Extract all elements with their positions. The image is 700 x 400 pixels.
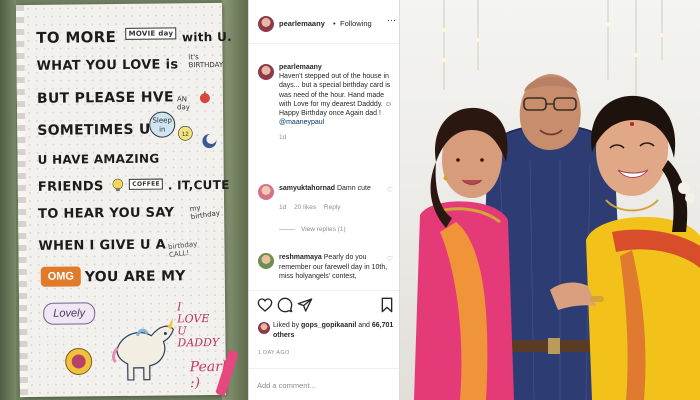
card-line: YOU ARE MY <box>84 268 186 286</box>
heart-icon[interactable] <box>257 297 273 313</box>
love-word: DADDY <box>177 335 220 350</box>
post-header: pearlemaany • Following ··· <box>249 8 399 44</box>
commenter-handle[interactable]: samyuktahornad <box>279 185 335 192</box>
comment-text-line: reshmamaya Pearly do you remember our fa… <box>279 253 393 282</box>
unicorn-sticker-icon <box>111 317 175 381</box>
card-line: BUT PLEASE HVE <box>36 89 174 107</box>
caption-handle[interactable]: pearlemaany <box>279 63 395 72</box>
author-avatar[interactable] <box>258 16 274 32</box>
view-replies-button[interactable]: View replies (1) <box>279 226 346 233</box>
card-line: WHEN I GIVE U A <box>38 237 167 254</box>
card-line: U HAVE AMAZING <box>37 151 160 167</box>
svg-text:12: 12 <box>182 132 189 138</box>
liker-handle[interactable]: gops_gopikaanil <box>301 322 356 329</box>
an-day-sticker: AN day <box>176 95 190 112</box>
replies-divider <box>279 228 295 230</box>
post-timestamp: 1 DAY AGO <box>258 350 290 356</box>
card-line: TO MORE MOVIE day with U. <box>36 27 233 47</box>
card-line-with-u: with U. <box>181 29 233 45</box>
coffee-sticker-icon: 12 <box>178 126 193 141</box>
share-icon[interactable] <box>297 297 313 313</box>
likes-text: Liked by gops_gopikaanil and 66,701 othe… <box>273 321 395 341</box>
family-photo-illustration <box>414 0 700 400</box>
birthday-sticker: it's BIRTHDAY <box>188 53 224 70</box>
comment-input[interactable] <box>257 378 393 392</box>
moon-sticker-icon <box>202 134 217 149</box>
card-paper: TO MORE MOVIE day with U. WHAT YOU LOVE … <box>15 2 232 398</box>
comment-like-heart-icon[interactable]: ♡ <box>387 255 393 263</box>
movie-day-sticker: MOVIE day <box>125 27 177 40</box>
table-background-right <box>222 0 248 400</box>
card-line: SOMETIMES U <box>37 121 151 139</box>
card-line: FRIENDS COFFEE . IT,CUTE <box>37 177 230 195</box>
comment-like-heart-icon[interactable]: ♡ <box>387 186 393 194</box>
following-button[interactable]: Following <box>340 19 372 28</box>
friends-sticker: COFFEE <box>129 178 164 190</box>
commenter-handle[interactable]: reshmamaya <box>279 254 322 261</box>
instagram-post-panel: pearlemaany • Following ··· pearlemaany … <box>248 0 400 400</box>
header-separator: • <box>333 19 336 28</box>
omg-sticker: OMG <box>40 266 81 287</box>
more-options-icon[interactable]: ··· <box>387 15 396 25</box>
card-line: TO HEAR YOU SAY <box>38 205 175 222</box>
notebook-binding <box>15 5 29 398</box>
likes-prefix: Liked by <box>273 322 300 329</box>
reply-button[interactable]: Reply <box>324 204 341 211</box>
caption-text: Haven't stepped out of the house in days… <box>279 73 392 118</box>
post-actions-bar <box>249 290 399 316</box>
post-caption: pearlemaany Haven't stepped out of the h… <box>279 63 395 143</box>
comment-timestamp: 1d <box>279 204 287 211</box>
my-birthday-sticker: my birthday <box>189 203 221 222</box>
lightbulb-sticker-icon <box>112 178 123 192</box>
table-background <box>0 0 16 400</box>
lovely-sticker: Lovely <box>43 302 96 325</box>
birthday-card-photo: TO MORE MOVIE day with U. WHAT YOU LOVE … <box>0 0 248 400</box>
love-daddy-note: I LOVE U DADDY <box>177 300 220 350</box>
comment-meta: 1d 20 likes Reply <box>279 204 347 211</box>
view-replies-label: View replies (1) <box>301 226 346 233</box>
commenter-avatar[interactable] <box>258 253 274 269</box>
caption-mention-link[interactable]: @maaneypaul <box>279 118 395 127</box>
comment-text-line: samyuktahornad Damn cute <box>279 184 393 194</box>
add-comment-bar <box>249 368 399 400</box>
liker-avatar[interactable] <box>258 322 270 334</box>
apple-sticker-icon <box>199 91 210 104</box>
comment-icon[interactable] <box>277 297 293 313</box>
commenter-avatar[interactable] <box>258 184 274 200</box>
caption-author-avatar[interactable] <box>258 64 274 80</box>
family-photo <box>400 0 700 400</box>
card-line: WHAT YOU LOVE is <box>36 57 179 74</box>
likes-and: and <box>358 322 370 329</box>
birthday-call-sticker: birthday CALL! <box>167 239 198 260</box>
card-line-its-cute: . IT,CUTE <box>167 177 230 193</box>
author-handle[interactable]: pearlemaany <box>279 19 325 28</box>
comment-likes[interactable]: 20 likes <box>294 204 316 211</box>
sleep-in-sticker: Sleep in <box>149 111 176 138</box>
bookmark-icon[interactable] <box>379 297 395 313</box>
comment-text: Damn cute <box>336 185 371 192</box>
sun-sticker-icon <box>65 347 93 375</box>
caption-timestamp: 1d <box>279 134 287 142</box>
